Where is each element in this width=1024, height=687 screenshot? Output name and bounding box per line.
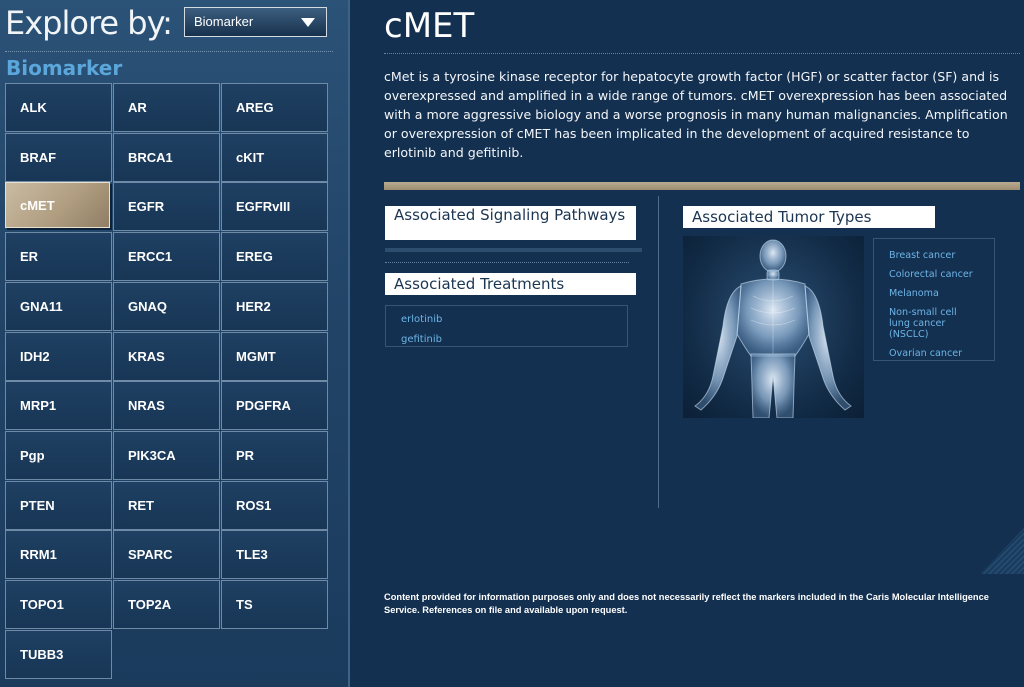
biomarker-button-gnaq[interactable]: GNAQ xyxy=(113,282,220,331)
biomarker-button-ercc1[interactable]: ERCC1 xyxy=(113,232,220,281)
human-body-icon xyxy=(694,239,852,418)
corner-decoration xyxy=(980,528,1024,574)
biomarker-button-braf[interactable]: BRAF xyxy=(5,133,112,182)
biomarker-button-ret[interactable]: RET xyxy=(113,481,220,530)
biomarker-button-sparc[interactable]: SPARC xyxy=(113,530,220,579)
treatments-list: erlotinib gefitinib xyxy=(385,305,628,347)
tumor-types-header: Associated Tumor Types xyxy=(683,206,935,228)
biomarker-button-alk[interactable]: ALK xyxy=(5,83,112,132)
biomarker-button-tubb3[interactable]: TUBB3 xyxy=(5,630,112,679)
biomarker-button-ar[interactable]: AR xyxy=(113,83,220,132)
explore-label: Explore by: xyxy=(5,4,173,42)
biomarker-button-kras[interactable]: KRAS xyxy=(113,332,220,381)
signaling-pathways-header: Associated Signaling Pathways xyxy=(385,206,636,240)
biomarker-button-ereg[interactable]: EREG xyxy=(221,232,328,281)
explore-select-value: Biomarker xyxy=(194,14,254,29)
biomarker-button-gna11[interactable]: GNA11 xyxy=(5,282,112,331)
tumor-link-breast-cancer[interactable]: Breast cancer xyxy=(889,250,994,261)
biomarker-button-ts[interactable]: TS xyxy=(221,580,328,629)
signaling-pathways-bar xyxy=(385,248,642,252)
biomarker-button-nras[interactable]: NRAS xyxy=(113,381,220,430)
biomarker-description: cMet is a tyrosine kinase receptor for h… xyxy=(384,69,1008,160)
biomarker-button-ros1[interactable]: ROS1 xyxy=(221,481,328,530)
tumor-link-nsclc[interactable]: Non-small cell lung cancer (NSCLC) xyxy=(889,307,969,340)
biomarker-button-cmet[interactable]: cMET xyxy=(5,182,110,228)
biomarker-button-top2a[interactable]: TOP2A xyxy=(113,580,220,629)
page-title: cMET xyxy=(384,6,475,46)
explore-by-select[interactable]: Biomarker xyxy=(184,7,327,37)
disclaimer-text: Content provided for information purpose… xyxy=(384,592,989,615)
biomarker-button-pik3ca[interactable]: PIK3CA xyxy=(113,431,220,480)
biomarker-button-mrp1[interactable]: MRP1 xyxy=(5,381,112,430)
biomarker-button-pten[interactable]: PTEN xyxy=(5,481,112,530)
section-title: Biomarker xyxy=(6,56,123,80)
section-separator xyxy=(384,182,1020,190)
left-panel: Explore by: Biomarker Biomarker ALK AR ARE… xyxy=(0,0,348,687)
tumor-link-melanoma[interactable]: Melanoma xyxy=(889,288,994,299)
column-divider xyxy=(658,196,659,508)
divider xyxy=(385,262,629,263)
divider xyxy=(5,51,333,52)
biomarker-button-pr[interactable]: PR xyxy=(221,431,328,480)
biomarker-button-er[interactable]: ER xyxy=(5,232,112,281)
biomarker-button-rrm1[interactable]: RRM1 xyxy=(5,530,112,579)
biomarker-button-egfr[interactable]: EGFR xyxy=(113,182,220,231)
tumor-link-colorectal-cancer[interactable]: Colorectal cancer xyxy=(889,269,994,280)
treatment-link-gefitinib[interactable]: gefitinib xyxy=(401,330,627,350)
title-divider xyxy=(384,53,1020,54)
chevron-down-icon xyxy=(301,18,315,27)
biomarker-button-brca1[interactable]: BRCA1 xyxy=(113,133,220,182)
treatment-link-erlotinib[interactable]: erlotinib xyxy=(401,310,627,330)
biomarker-button-topo1[interactable]: TOPO1 xyxy=(5,580,112,629)
biomarker-button-idh2[interactable]: IDH2 xyxy=(5,332,112,381)
biomarker-button-pdgfra[interactable]: PDGFRA xyxy=(221,381,328,430)
biomarker-button-her2[interactable]: HER2 xyxy=(221,282,328,331)
treatments-header: Associated Treatments xyxy=(385,273,636,295)
panel-divider xyxy=(348,0,350,687)
biomarker-button-egfrviii[interactable]: EGFRvIII xyxy=(221,182,328,231)
tumor-link-ovarian-cancer[interactable]: Ovarian cancer xyxy=(889,348,994,359)
body-xray-image xyxy=(683,236,864,418)
biomarker-button-pgp[interactable]: Pgp xyxy=(5,431,112,480)
tumor-types-list: Breast cancer Colorectal cancer Melanoma… xyxy=(873,238,995,361)
biomarker-button-mgmt[interactable]: MGMT xyxy=(221,332,328,381)
biomarker-button-tle3[interactable]: TLE3 xyxy=(221,530,328,579)
biomarker-button-areg[interactable]: AREG xyxy=(221,83,328,132)
biomarker-button-ckit[interactable]: cKIT xyxy=(221,133,328,182)
